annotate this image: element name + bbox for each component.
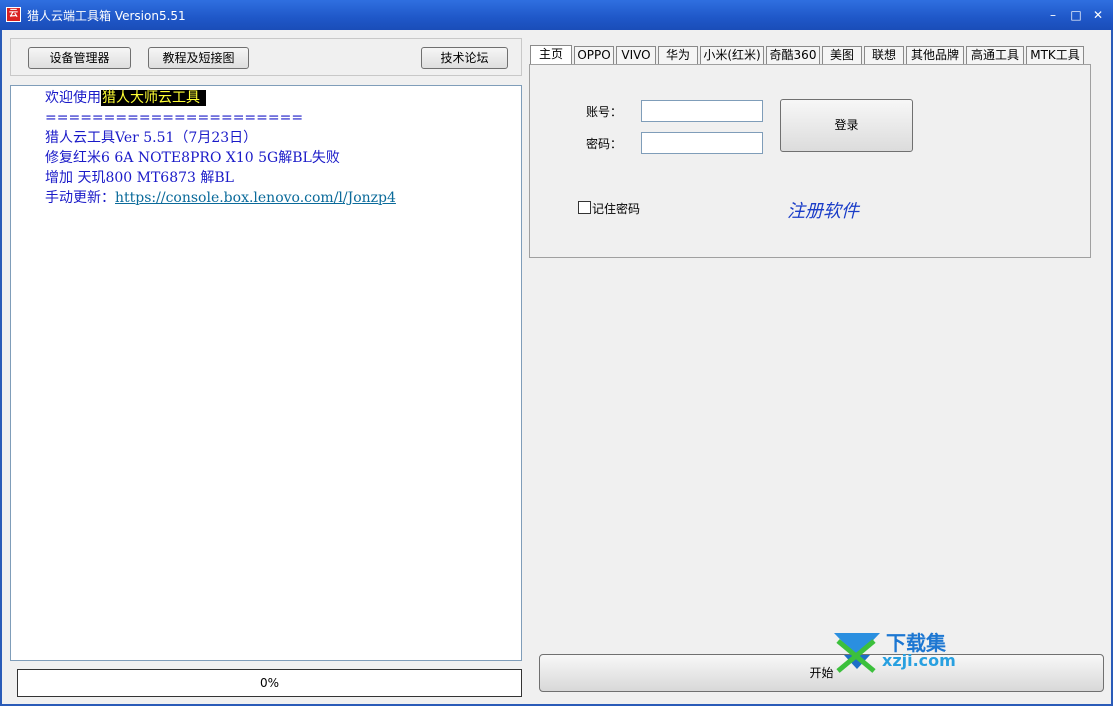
log-fix: 修复红米6 6A NOTE8PRO X10 5G解BL失败 [45, 150, 340, 166]
tab-qualcomm-tools[interactable]: 高通工具 [966, 46, 1024, 64]
forum-button[interactable]: 技术论坛 [421, 47, 508, 69]
maximize-button[interactable]: □ [1068, 7, 1084, 23]
login-button[interactable]: 登录 [780, 99, 913, 152]
account-input[interactable] [641, 100, 763, 122]
register-link[interactable]: 注册软件 [787, 197, 859, 223]
remember-password-checkbox[interactable] [578, 201, 591, 214]
tab-huawei[interactable]: 华为 [658, 46, 698, 64]
log-output[interactable]: 欢迎使用猎人大师云工具 ====================== 猎人云工具… [10, 85, 522, 661]
tab-home[interactable]: 主页 [530, 45, 572, 65]
tutorial-button[interactable]: 教程及短接图 [148, 47, 249, 69]
tab-oppo[interactable]: OPPO [574, 46, 614, 64]
close-button[interactable]: ✕ [1090, 7, 1106, 23]
welcome-highlight: 猎人大师云工具 [101, 90, 206, 106]
tab-qiku360[interactable]: 奇酷360 [766, 46, 820, 64]
title-bar: 云 猎人云端工具箱 Version5.51 – □ ✕ [0, 0, 1113, 30]
tab-other-brands[interactable]: 其他品牌 [906, 46, 964, 64]
watermark-domain: xzji.com [882, 651, 956, 670]
main-window: 设备管理器 教程及短接图 技术论坛 欢迎使用猎人大师云工具 ==========… [2, 30, 1111, 704]
tab-xiaomi[interactable]: 小米(红米) [700, 46, 764, 64]
top-toolbar: 设备管理器 教程及短接图 技术论坛 [10, 38, 522, 76]
log-version: 猎人云工具Ver 5.51（7月23日） [45, 130, 258, 146]
app-icon: 云 [6, 7, 21, 22]
device-manager-button[interactable]: 设备管理器 [28, 47, 131, 69]
progress-label: 0% [259, 676, 280, 690]
home-tab-panel: 账号： 密码： 登录 记住密码 注册软件 [529, 64, 1091, 258]
remember-password-label[interactable]: 记住密码 [592, 200, 640, 217]
start-button[interactable]: 开始 [539, 654, 1104, 692]
tab-mtk-tools[interactable]: MTK工具 [1026, 46, 1084, 64]
tab-meitu[interactable]: 美图 [822, 46, 862, 64]
log-add: 增加 天玑800 MT6873 解BL [45, 170, 234, 186]
progress-bar: 0% [17, 669, 522, 697]
minimize-button[interactable]: – [1045, 7, 1061, 23]
log-welcome: 欢迎使用猎人大师云工具 [45, 88, 521, 108]
tab-lenovo[interactable]: 联想 [864, 46, 904, 64]
watermark: 下载集 xzji.com [830, 627, 970, 673]
update-prefix: 手动更新： [45, 190, 115, 206]
tab-vivo[interactable]: VIVO [616, 46, 656, 64]
welcome-prefix: 欢迎使用 [45, 90, 101, 106]
password-label: 密码： [586, 137, 623, 151]
window-title: 猎人云端工具箱 Version5.51 [27, 9, 186, 23]
update-link[interactable]: https://console.box.lenovo.com/l/Jonzp4 [115, 190, 396, 206]
log-separator: ====================== [45, 110, 304, 126]
password-input[interactable] [641, 132, 763, 154]
log-update: 手动更新：https://console.box.lenovo.com/l/Jo… [45, 188, 521, 208]
download-arrow-icon [834, 633, 880, 673]
account-label: 账号： [586, 105, 623, 119]
